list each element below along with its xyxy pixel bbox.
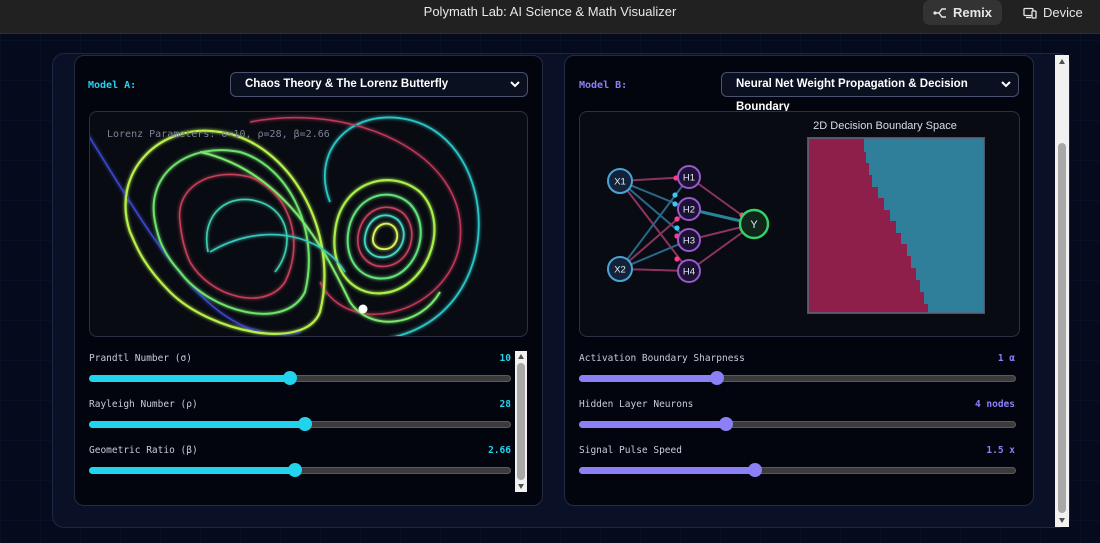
top-bar: Polymath Lab: AI Science & Math Visualiz… — [0, 0, 1100, 34]
device-icon — [1023, 7, 1037, 19]
node-x1-label: X1 — [614, 177, 626, 188]
neural-net-canvas: X1 X2 H1 H2 H3 H4 Y 2D Decision Boundary… — [579, 111, 1020, 337]
rayleigh-slider-thumb[interactable] — [298, 417, 313, 431]
pulse-speed-slider-fill — [579, 467, 755, 474]
rayleigh-slider-fill — [89, 421, 306, 428]
model-b-panel: Model B: Neural Net Weight Propagation &… — [564, 55, 1034, 506]
lorenz-params-label: Lorenz Parameters: σ=10, ρ=28, β=2.66 — [107, 129, 330, 140]
activation-sharpness-slider-thumb[interactable] — [710, 371, 725, 385]
lorenz-canvas: Lorenz Parameters: σ=10, ρ=28, β=2.66 — [89, 111, 528, 337]
hidden-neurons-slider-thumb[interactable] — [719, 417, 734, 431]
hidden-node-h1: H1 — [677, 165, 701, 189]
hidden-neurons-label: Hidden Layer Neurons — [579, 399, 694, 410]
geometric-ratio-slider-thumb[interactable] — [287, 463, 302, 477]
rayleigh-value: 28 — [499, 399, 511, 410]
node-h2-label: H2 — [683, 205, 695, 216]
scroll-down-arrow-icon[interactable] — [517, 483, 525, 490]
pulse-speed-label: Signal Pulse Speed — [579, 445, 682, 456]
pulse-speed-value: 1.5 x — [986, 445, 1015, 456]
activation-sharpness-label: Activation Boundary Sharpness — [579, 353, 745, 364]
input-node-x1: X1 — [607, 168, 633, 194]
hidden-node-h3: H3 — [677, 228, 701, 252]
rayleigh-label: Rayleigh Number (ρ) — [89, 399, 198, 410]
page-scrollbar[interactable] — [1055, 55, 1069, 527]
scroll-up-arrow-icon[interactable] — [1058, 58, 1066, 65]
hidden-neurons-slider-fill — [579, 421, 727, 428]
device-button[interactable]: Device — [1013, 0, 1095, 25]
neural-net-diagram: X1 X2 H1 H2 H3 H4 Y — [607, 137, 985, 314]
node-x2-label: X2 — [614, 265, 626, 276]
hidden-neurons-slider[interactable] — [579, 417, 1016, 431]
geometric-ratio-value: 2.66 — [488, 445, 511, 456]
hidden-neurons-value: 4 nodes — [974, 399, 1015, 410]
model-a-label: Model A: — [88, 80, 137, 91]
model-a-selected: Chaos Theory & The Lorenz Butterfly — [245, 78, 449, 90]
geometric-ratio-slider[interactable] — [89, 463, 511, 477]
pulse-speed-slider-thumb[interactable] — [747, 463, 762, 477]
geometric-ratio-label: Geometric Ratio (β) — [89, 445, 198, 456]
model-a-panel: Model A: Chaos Theory & The Lorenz Butte… — [74, 55, 543, 506]
orbit-teal-left — [205, 198, 288, 273]
lorenz-attractor — [90, 116, 480, 336]
node-y-label: Y — [750, 219, 758, 231]
pulse-speed-slider[interactable] — [579, 463, 1016, 477]
device-label: Device — [1043, 5, 1083, 20]
decision-boundary-plot — [807, 137, 985, 314]
model-a-select[interactable]: Chaos Theory & The Lorenz Butterfly — [230, 72, 528, 97]
activation-sharpness-slider[interactable] — [579, 371, 1016, 385]
node-h3-label: H3 — [683, 236, 695, 247]
node-h4-label: H4 — [683, 267, 695, 278]
geometric-ratio-slider-fill — [89, 467, 295, 474]
chevron-down-icon — [510, 81, 520, 88]
model-b-label: Model B: — [579, 80, 628, 91]
output-node-y: Y — [738, 208, 770, 240]
orbit-lime-inner — [372, 222, 399, 251]
scroll-up-arrow-icon[interactable] — [517, 353, 525, 360]
node-h1-label: H1 — [683, 173, 695, 184]
controls-scrollbar[interactable] — [515, 351, 527, 492]
controls-scrollbar-thumb[interactable] — [517, 363, 525, 480]
orbit-green-right-1 — [333, 179, 436, 295]
prandtl-slider-fill — [89, 375, 290, 382]
activation-sharpness-value: 1 α — [997, 353, 1015, 364]
chevron-down-icon — [1001, 81, 1011, 88]
page-scrollbar-thumb[interactable] — [1058, 143, 1066, 513]
hidden-node-h4: H4 — [677, 259, 701, 283]
scroll-down-arrow-icon[interactable] — [1058, 517, 1066, 524]
boundary-title: 2D Decision Boundary Space — [813, 120, 957, 132]
orbit-red-outer — [249, 116, 462, 315]
prandtl-slider-thumb[interactable] — [282, 371, 297, 385]
model-b-selected: Neural Net Weight Propagation & Decision… — [736, 78, 968, 113]
prandtl-label: Prandtl Number (σ) — [89, 353, 192, 364]
remix-button[interactable]: Remix — [923, 0, 1002, 25]
rayleigh-slider[interactable] — [89, 417, 511, 431]
remix-icon — [933, 7, 946, 18]
input-node-x2: X2 — [607, 256, 633, 282]
hidden-node-h2: H2 — [677, 197, 701, 221]
prandtl-slider[interactable] — [89, 371, 511, 385]
orbit-green-left-1 — [124, 129, 326, 335]
model-b-select[interactable]: Neural Net Weight Propagation & Decision… — [721, 72, 1019, 113]
prandtl-value: 10 — [499, 353, 511, 364]
activation-sharpness-slider-fill — [579, 375, 718, 382]
remix-label: Remix — [952, 5, 992, 20]
trajectory-point — [358, 304, 368, 314]
